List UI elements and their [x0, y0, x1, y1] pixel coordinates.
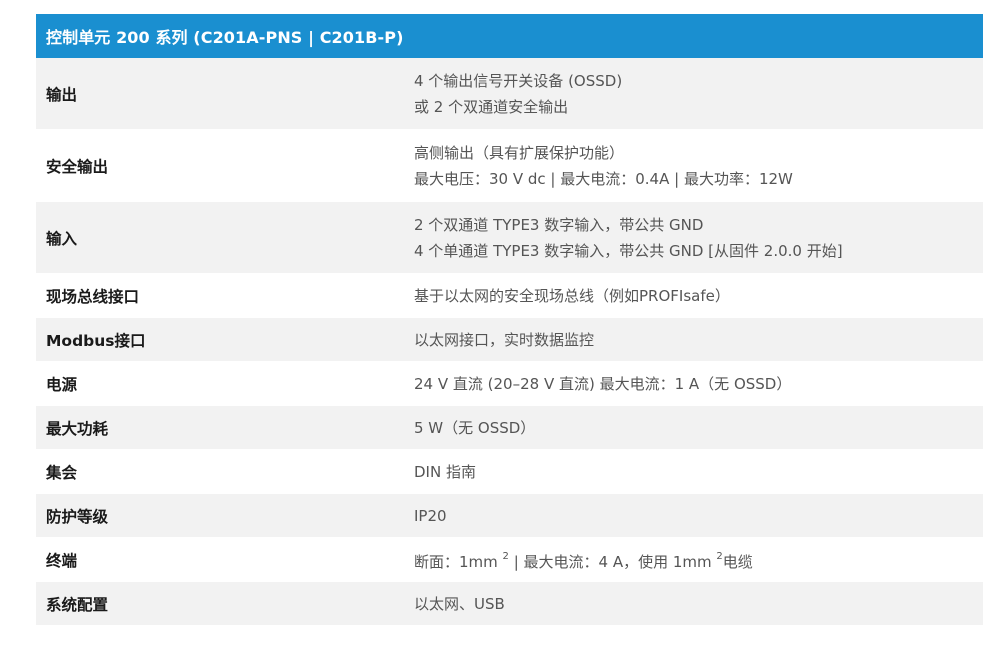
value-line: 或 2 个双通道安全输出: [414, 97, 569, 116]
table-row: Modbus接口 以太网接口，实时数据监控: [36, 318, 983, 362]
table-row: 输出 4 个输出信号开关设备 (OSSD) 或 2 个双通道安全输出: [36, 58, 983, 130]
value-line: 5 W（无 OSSD）: [414, 418, 536, 437]
row-label: 防护等级: [46, 507, 109, 526]
row-label: Modbus接口: [46, 331, 146, 350]
row-value: 24 V 直流 (20–28 V 直流) 最大电流：1 A（无 OSSD）: [414, 371, 983, 397]
row-label: 现场总线接口: [46, 287, 140, 306]
value-line: DIN 指南: [414, 462, 476, 481]
value-line: 4 个输出信号开关设备 (OSSD): [414, 71, 623, 90]
row-value: 4 个输出信号开关设备 (OSSD) 或 2 个双通道安全输出: [414, 68, 983, 120]
row-label: 输入: [46, 229, 78, 248]
value-line: 基于以太网的安全现场总线（例如PROFIsafe）: [414, 286, 730, 305]
value-line: 24 V 直流 (20–28 V 直流) 最大电流：1 A（无 OSSD）: [414, 374, 792, 393]
row-label: 集会: [46, 463, 78, 482]
table-title: 控制单元 200 系列 (C201A-PNS | C201B-P): [36, 14, 983, 58]
table-row: 集会 DIN 指南: [36, 450, 983, 494]
row-value: 以太网、USB: [414, 591, 983, 617]
terminal-text-3: 电缆: [722, 553, 753, 571]
table-row: 终端 断面：1mm 2 | 最大电流：4 A，使用 1mm 2电缆: [36, 538, 983, 582]
value-line: 以太网、USB: [414, 594, 505, 613]
value-line: IP20: [414, 506, 447, 525]
table-row: 安全输出 高侧输出（具有扩展保护功能） 最大电压：30 V dc | 最大电流：…: [36, 130, 983, 202]
row-value: 基于以太网的安全现场总线（例如PROFIsafe）: [414, 283, 983, 309]
table-row: 输入 2 个双通道 TYPE3 数字输入，带公共 GND 4 个单通道 TYPE…: [36, 202, 983, 274]
row-value: 2 个双通道 TYPE3 数字输入，带公共 GND 4 个单通道 TYPE3 数…: [414, 212, 983, 264]
row-value: 高侧输出（具有扩展保护功能） 最大电压：30 V dc | 最大电流：0.4A …: [414, 140, 983, 192]
value-line: 2 个双通道 TYPE3 数字输入，带公共 GND: [414, 215, 704, 234]
row-label: 终端: [46, 551, 78, 570]
value-line: 以太网接口，实时数据监控: [414, 330, 595, 349]
row-value: DIN 指南: [414, 459, 983, 485]
value-line: 最大电压：30 V dc | 最大电流：0.4A | 最大功率：12W: [414, 169, 793, 188]
row-value: 断面：1mm 2 | 最大电流：4 A，使用 1mm 2电缆: [414, 544, 983, 575]
row-label: 安全输出: [46, 157, 109, 176]
terminal-text-1: 断面：1mm: [414, 553, 503, 571]
row-value: 5 W（无 OSSD）: [414, 415, 983, 441]
row-label: 电源: [46, 375, 78, 394]
table-row: 电源 24 V 直流 (20–28 V 直流) 最大电流：1 A（无 OSSD）: [36, 362, 983, 406]
row-label: 输出: [46, 85, 78, 104]
value-line: 高侧输出（具有扩展保护功能）: [414, 143, 625, 162]
spec-table: 控制单元 200 系列 (C201A-PNS | C201B-P) 输出 4 个…: [36, 14, 983, 626]
table-row: 防护等级 IP20: [36, 494, 983, 538]
table-row: 系统配置 以太网、USB: [36, 582, 983, 626]
table-row: 现场总线接口 基于以太网的安全现场总线（例如PROFIsafe）: [36, 274, 983, 318]
row-label: 系统配置: [46, 595, 109, 614]
value-line: 4 个单通道 TYPE3 数字输入，带公共 GND [从固件 2.0.0 开始]: [414, 241, 843, 260]
table-row: 最大功耗 5 W（无 OSSD）: [36, 406, 983, 450]
row-value: 以太网接口，实时数据监控: [414, 327, 983, 353]
row-value: IP20: [414, 503, 983, 529]
value-line: 断面：1mm 2 | 最大电流：4 A，使用 1mm 2电缆: [414, 544, 983, 575]
row-label: 最大功耗: [46, 419, 109, 438]
terminal-text-2: | 最大电流：4 A，使用 1mm: [508, 553, 717, 571]
